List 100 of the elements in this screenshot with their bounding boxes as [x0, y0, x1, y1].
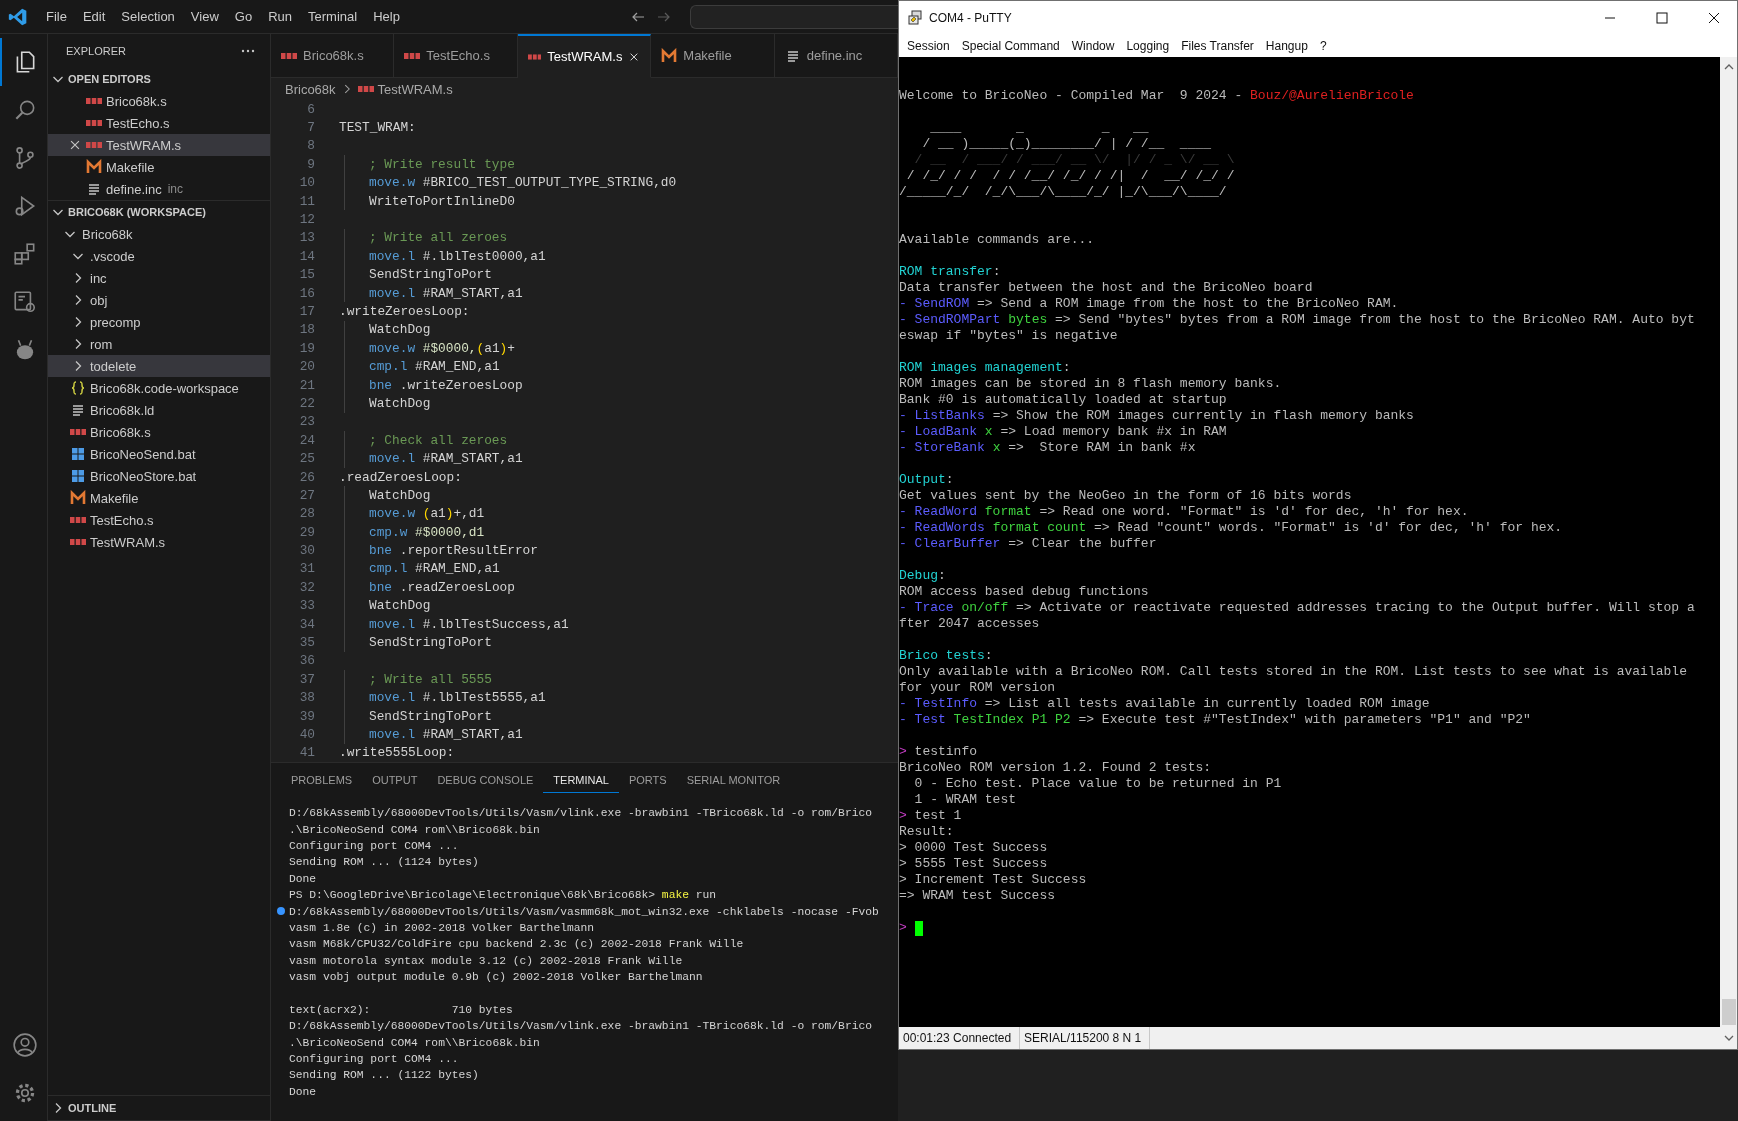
menu-item[interactable]: Logging: [1120, 39, 1176, 53]
document-row[interactable]: Makefile: [48, 487, 270, 509]
asm-file-icon: [404, 52, 421, 59]
panel-tab[interactable]: TERMINAL: [543, 765, 619, 793]
terminal-line: >: [899, 920, 907, 936]
menu-item[interactable]: Selection: [113, 9, 183, 24]
terminal-app-icon: [907, 10, 923, 26]
search-field[interactable]: [690, 4, 898, 29]
scrollbar[interactable]: [1720, 57, 1737, 1027]
folder-row[interactable]: rom: [48, 333, 270, 355]
panel-tab[interactable]: PROBLEMS: [281, 765, 363, 793]
terminal-line: 1 - WRAM test: [913, 792, 1017, 808]
account-icon[interactable]: [11, 1032, 38, 1058]
document-row[interactable]: Brico68k.code-workspace: [48, 377, 270, 399]
document-row[interactable]: Brico68k.s: [48, 421, 270, 443]
open-editor-item[interactable]: TestEcho.s: [48, 112, 270, 134]
menu-item[interactable]: Edit: [74, 9, 114, 24]
file-name: rom: [90, 336, 113, 352]
document-row[interactable]: TestWRAM.s: [48, 531, 270, 553]
windows-icon: [70, 468, 86, 484]
line-number: 24: [298, 432, 315, 448]
file-name: define.inc: [106, 181, 162, 197]
editor-tab[interactable]: Brico68k.s: [271, 34, 395, 78]
line-number: 7: [306, 120, 315, 136]
terminal-line: D:/68kAssembly/68000DevTools/Utils/Vasm/vlink.exe -brawbin1 -TBrico68k.ld -o rom/Brico: [289, 1020, 872, 1033]
line-number: 21: [298, 377, 315, 393]
folder-row[interactable]: obj: [48, 289, 270, 311]
editor-tab[interactable]: Makefile: [651, 34, 775, 78]
file-name: Brico68k: [82, 226, 133, 242]
terminal-line: - ListBanks => Show the ROM images currently in flash memory banks: [899, 408, 1414, 424]
menu-item[interactable]: Files Transfer: [1175, 39, 1260, 53]
folder-row[interactable]: Brico68k: [48, 223, 270, 245]
terminal-line: Configuring port COM4 ...: [289, 839, 459, 852]
line-number: 16: [298, 285, 315, 301]
file-name: inc: [90, 270, 107, 286]
folder-row[interactable]: precomp: [48, 311, 270, 333]
menu-item[interactable]: View: [182, 9, 227, 24]
menu-item[interactable]: Terminal: [300, 9, 366, 24]
folder-row[interactable]: .vscode: [48, 245, 270, 267]
close-icon[interactable]: [68, 138, 82, 152]
asm-file-icon: [281, 52, 297, 59]
asm-file-icon: [357, 86, 374, 92]
panel-tab[interactable]: DEBUG CONSOLE: [427, 765, 544, 793]
terminal-line: Sending ROM ... (1124 bytes): [289, 856, 479, 869]
text-cursor: [914, 920, 923, 936]
braces-icon: [70, 380, 86, 396]
folder-row[interactable]: todelete: [48, 355, 270, 377]
terminal-line: > testinfo: [899, 744, 978, 760]
menu-item[interactable]: Run: [260, 9, 300, 24]
file-name: BricoNeoStore.bat: [90, 468, 197, 484]
line-number: 30: [298, 543, 315, 559]
section-header[interactable]: BRICO68K (WORKSPACE): [68, 206, 206, 218]
terminal-line: D:/68kAssembly/68000DevTools/Utils/Vasm/vasmm68k_mot_win32.exe -chklabels -nocase -Fvob: [289, 905, 879, 918]
terminal-line: - LoadBank x => Load memory bank #x in RAM: [899, 424, 1227, 440]
menu-item[interactable]: Window: [1065, 39, 1121, 53]
scroll-thumb[interactable]: [1721, 999, 1736, 1025]
line-number: 26: [298, 469, 315, 485]
menu-item[interactable]: Go: [226, 9, 261, 24]
section-header[interactable]: OPEN EDITORS: [68, 73, 151, 85]
breadcrumb-item[interactable]: TestWRAM.s: [377, 81, 453, 97]
file-name: obj: [90, 292, 108, 308]
menu-item[interactable]: Session: [901, 39, 956, 53]
line-number: 28: [298, 506, 315, 522]
open-editor-item[interactable]: Makefile: [48, 156, 270, 178]
section-header[interactable]: OUTLINE: [68, 1102, 117, 1114]
folder-row[interactable]: inc: [48, 267, 270, 289]
editor-tab[interactable]: TestEcho.s: [394, 34, 518, 78]
document-row[interactable]: BricoNeoSend.bat: [48, 443, 270, 465]
open-editor-item[interactable]: TestWRAM.s: [48, 134, 270, 156]
file-name: TestEcho.s: [106, 115, 170, 131]
menu-item[interactable]: Special Command: [955, 39, 1066, 53]
document-row[interactable]: TestEcho.s: [48, 509, 270, 531]
document-row[interactable]: Brico68k.ld: [48, 399, 270, 421]
open-editor-item[interactable]: define.inc inc: [48, 178, 270, 200]
terminal-line: .\BricoNeoSend COM4 rom\\Brico68k.bin: [289, 823, 540, 836]
makefile-icon: [661, 47, 678, 64]
terminal-line: ROM transfer:: [899, 264, 1001, 280]
panel-tab[interactable]: PORTS: [618, 765, 677, 793]
panel-tab[interactable]: SERIAL MONITOR: [676, 765, 791, 793]
breadcrumb-item[interactable]: Brico68k: [285, 81, 336, 97]
file-name: Brico68k.s: [90, 424, 151, 440]
command-status-icon[interactable]: [277, 907, 285, 916]
terminal-line: vasm M68k/CPU32/ColdFire cpu backend 2.3c (c) 2002-2018 Frank Wille: [289, 938, 744, 951]
file-name: precomp: [90, 314, 141, 330]
line-number: 19: [298, 340, 315, 356]
menu-item[interactable]: ?: [1313, 39, 1333, 53]
document-row[interactable]: BricoNeoStore.bat: [48, 465, 270, 487]
line-number: 41: [298, 745, 315, 761]
terminal-line: Only available with a BricoNeo ROM. Call tests stored in the ROM. List tests to see what is available: [899, 664, 1687, 680]
panel-tab[interactable]: OUTPUT: [362, 765, 428, 793]
terminal-line: / /_/ / / / / /__/ /_/ / /| / __/ /_/ /: [905, 168, 1235, 184]
file-name: Makefile: [106, 159, 155, 175]
menu-item[interactable]: Help: [365, 9, 408, 24]
menu-item[interactable]: File: [38, 9, 75, 24]
file-name: Makefile: [90, 490, 139, 506]
remote-explorer-icon[interactable]: [11, 289, 38, 315]
editor-tab[interactable]: TestWRAM.s: [517, 34, 652, 78]
terminal-line: eswap if "bytes" is negative: [899, 328, 1118, 344]
menu-item[interactable]: Hangup: [1259, 39, 1314, 53]
open-editor-item[interactable]: Brico68k.s: [48, 90, 270, 112]
